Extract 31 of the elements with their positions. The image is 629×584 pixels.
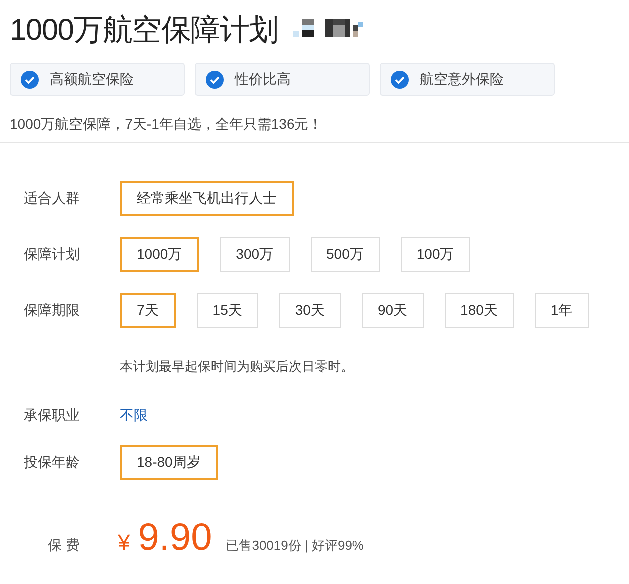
price-amount: 9.90: [138, 519, 212, 557]
field-label: 投保年龄: [24, 453, 81, 472]
field-label: 承保职业: [24, 406, 81, 424]
option-button[interactable]: 30天: [279, 293, 341, 328]
option-button[interactable]: 18-80周岁: [120, 445, 218, 480]
option-button[interactable]: 15天: [196, 293, 258, 328]
option-button[interactable]: 1000万: [120, 237, 200, 272]
price-label: 保 费: [48, 536, 81, 555]
check-circle-icon: [391, 70, 409, 88]
option-button[interactable]: 500万: [310, 237, 380, 272]
feature-card: 航空意外保险: [380, 63, 555, 96]
option-button[interactable]: 300万: [220, 237, 290, 272]
option-button[interactable]: 90天: [362, 293, 424, 328]
currency-symbol: ¥: [118, 529, 130, 557]
field-label: 适合人群: [24, 189, 81, 208]
option-button[interactable]: 经常乘坐飞机出行人士: [120, 181, 294, 216]
page-title: 1000万航空保障计划: [10, 16, 278, 46]
field-label: 保障计划: [24, 245, 81, 264]
feature-card: 性价比高: [195, 63, 370, 96]
option-button[interactable]: 7天: [120, 293, 176, 328]
tagline: 1000万航空保障，7天-1年自选，全年只需136元！: [10, 116, 323, 132]
option-button[interactable]: 180天: [444, 293, 514, 328]
check-circle-icon: [206, 70, 224, 88]
feature-card: 高额航空保险: [10, 63, 185, 96]
field-value: 不限: [120, 406, 148, 424]
note-text: 本计划最早起保时间为购买后次日零时。: [120, 358, 354, 376]
sales-stats: 已售30019份 | 好评99%: [226, 537, 364, 555]
option-button[interactable]: 1年: [534, 293, 589, 328]
check-circle-icon: [21, 70, 39, 88]
field-label: 保障期限: [24, 301, 81, 320]
option-button[interactable]: 100万: [400, 237, 470, 272]
